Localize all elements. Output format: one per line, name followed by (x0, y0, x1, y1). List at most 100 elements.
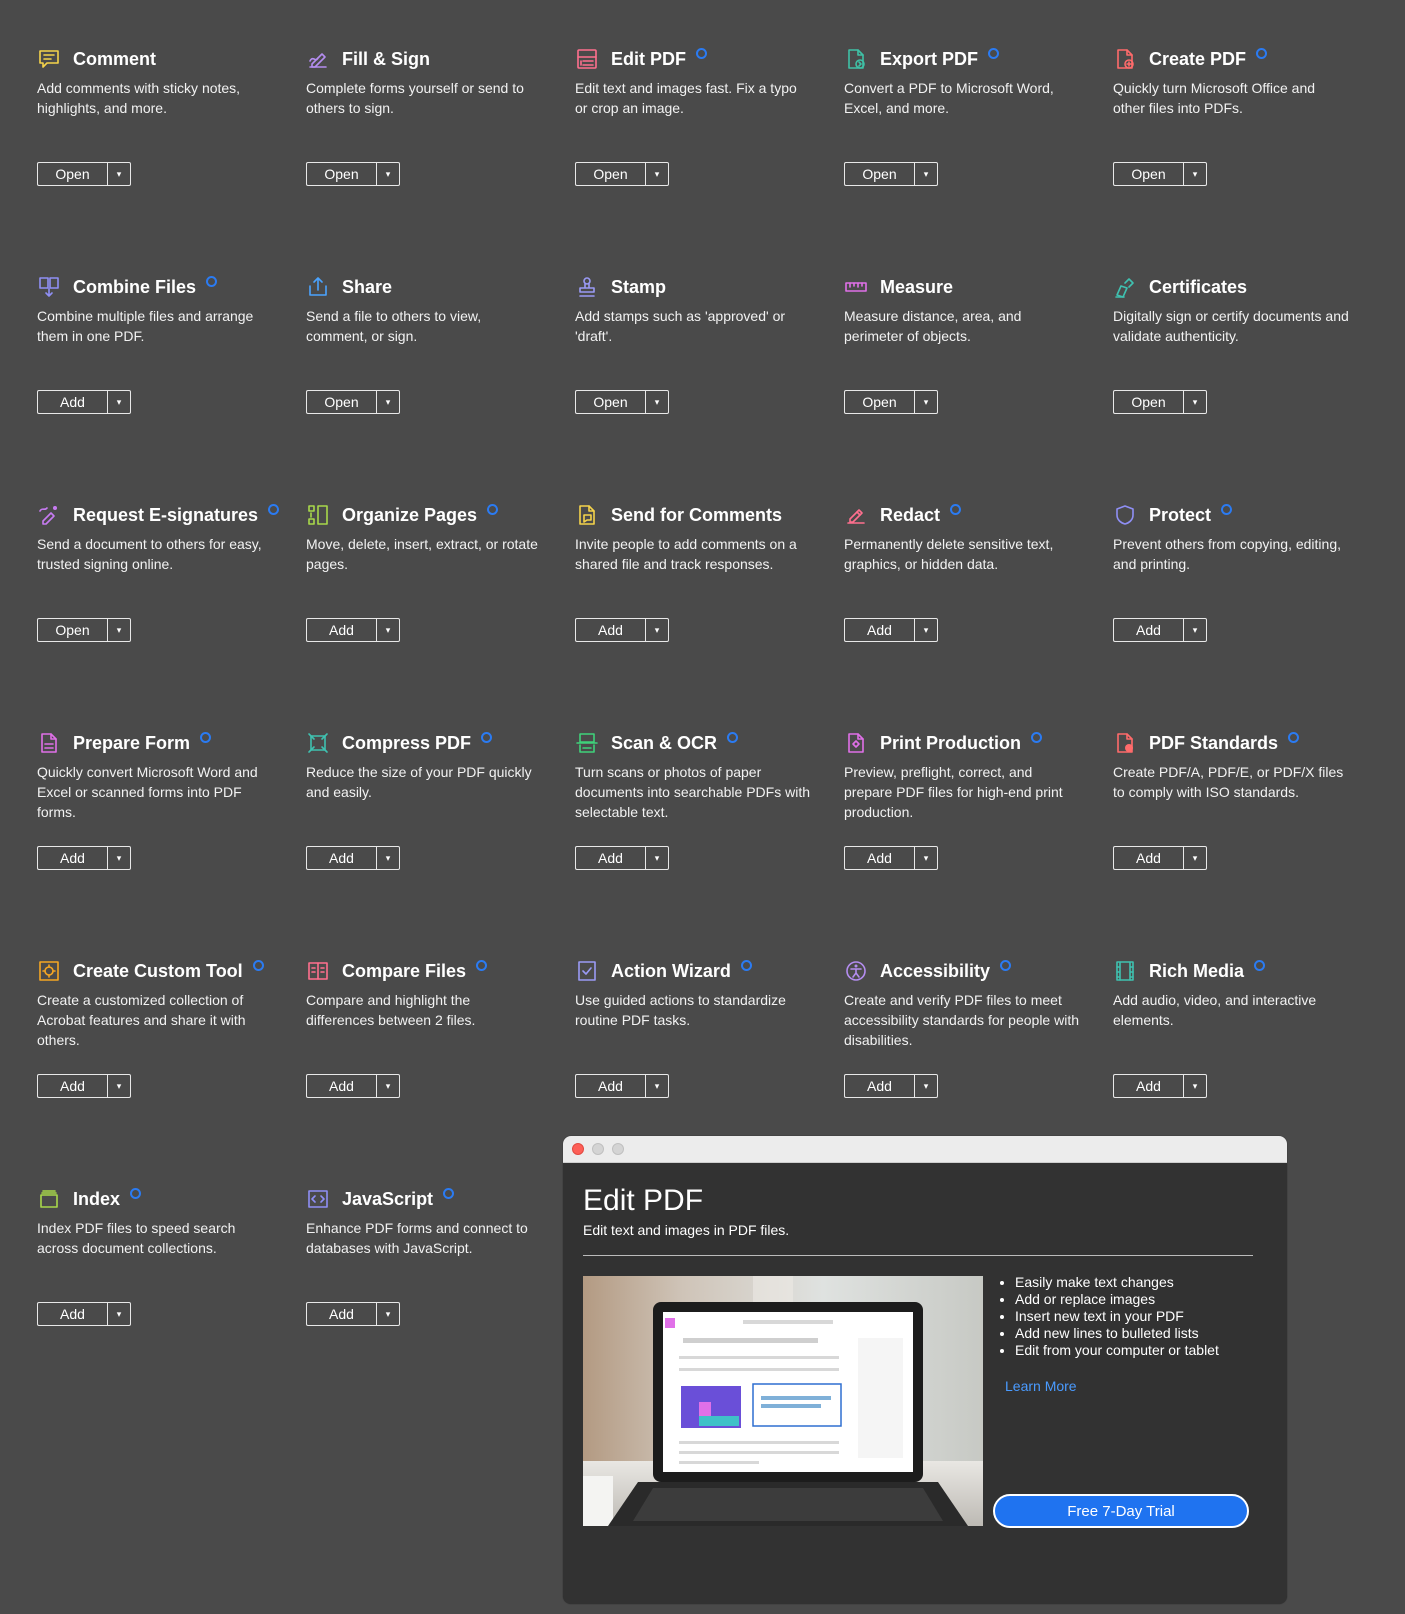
tool-header[interactable]: Organize Pages (306, 500, 499, 530)
tool-title[interactable]: Create PDF (1149, 49, 1246, 70)
chevron-down-icon[interactable]: ▾ (645, 1074, 669, 1098)
tool-title[interactable]: Protect (1149, 505, 1211, 526)
tool-header[interactable]: Edit PDF (575, 44, 707, 74)
tool-title[interactable]: Stamp (611, 277, 666, 298)
tool-title[interactable]: Scan & OCR (611, 733, 717, 754)
tool-edit-pdf-open-button[interactable]: Open (575, 162, 645, 186)
tool-title[interactable]: Redact (880, 505, 940, 526)
tool-title[interactable]: Index (73, 1189, 120, 1210)
chevron-down-icon[interactable]: ▾ (1183, 618, 1207, 642)
chevron-down-icon[interactable]: ▾ (107, 618, 131, 642)
tool-compress-pdf-add-button[interactable]: Add (306, 846, 376, 870)
tool-pdf-standards-add-button[interactable]: Add (1113, 846, 1183, 870)
tool-header[interactable]: Accessibility (844, 956, 1012, 986)
tool-header[interactable]: Fill & Sign (306, 44, 430, 74)
tool-share-open-button[interactable]: Open (306, 390, 376, 414)
tool-header[interactable]: Comment (37, 44, 156, 74)
chevron-down-icon[interactable]: ▾ (914, 618, 938, 642)
close-window-button[interactable] (572, 1143, 584, 1155)
tool-title[interactable]: Request E-signatures (73, 505, 258, 526)
tool-title[interactable]: Comment (73, 49, 156, 70)
tool-create-pdf-open-button[interactable]: Open (1113, 162, 1183, 186)
tool-title[interactable]: Compare Files (342, 961, 466, 982)
chevron-down-icon[interactable]: ▾ (376, 1302, 400, 1326)
tool-header[interactable]: Request E-signatures (37, 500, 280, 530)
tool-compare-files-add-button[interactable]: Add (306, 1074, 376, 1098)
tool-title[interactable]: Measure (880, 277, 953, 298)
chevron-down-icon[interactable]: ▾ (914, 1074, 938, 1098)
tool-comment-open-button[interactable]: Open (37, 162, 107, 186)
tool-print-production-add-button[interactable]: Add (844, 846, 914, 870)
tool-title[interactable]: Print Production (880, 733, 1021, 754)
tool-scan-ocr-add-button[interactable]: Add (575, 846, 645, 870)
tool-header[interactable]: Scan & OCR (575, 728, 739, 758)
tool-header[interactable]: Share (306, 272, 392, 302)
tool-title[interactable]: Combine Files (73, 277, 196, 298)
tool-prepare-form-add-button[interactable]: Add (37, 846, 107, 870)
tool-stamp-open-button[interactable]: Open (575, 390, 645, 414)
tool-header[interactable]: Compress PDF (306, 728, 493, 758)
chevron-down-icon[interactable]: ▾ (914, 390, 938, 414)
tool-title[interactable]: Prepare Form (73, 733, 190, 754)
tool-create-custom-tool-add-button[interactable]: Add (37, 1074, 107, 1098)
tool-header[interactable]: Prepare Form (37, 728, 212, 758)
chevron-down-icon[interactable]: ▾ (645, 162, 669, 186)
chevron-down-icon[interactable]: ▾ (914, 846, 938, 870)
tool-header[interactable]: Certificates (1113, 272, 1247, 302)
chevron-down-icon[interactable]: ▾ (107, 1074, 131, 1098)
tool-header[interactable]: Create Custom Tool (37, 956, 264, 986)
tool-title[interactable]: Rich Media (1149, 961, 1244, 982)
chevron-down-icon[interactable]: ▾ (645, 846, 669, 870)
tool-organize-pages-add-button[interactable]: Add (306, 618, 376, 642)
chevron-down-icon[interactable]: ▾ (107, 846, 131, 870)
tool-title[interactable]: Organize Pages (342, 505, 477, 526)
tool-combine-files-add-button[interactable]: Add (37, 390, 107, 414)
chevron-down-icon[interactable]: ▾ (376, 162, 400, 186)
chevron-down-icon[interactable]: ▾ (1183, 162, 1207, 186)
chevron-down-icon[interactable]: ▾ (1183, 390, 1207, 414)
tool-measure-open-button[interactable]: Open (844, 390, 914, 414)
tool-header[interactable]: PDF Standards (1113, 728, 1300, 758)
tool-header[interactable]: Combine Files (37, 272, 218, 302)
tool-title[interactable]: PDF Standards (1149, 733, 1278, 754)
tool-header[interactable]: Send for Comments (575, 500, 782, 530)
chevron-down-icon[interactable]: ▾ (376, 390, 400, 414)
learn-more-link[interactable]: Learn More (1005, 1378, 1077, 1394)
tool-export-pdf-open-button[interactable]: Open (844, 162, 914, 186)
chevron-down-icon[interactable]: ▾ (376, 1074, 400, 1098)
minimize-window-button[interactable] (592, 1143, 604, 1155)
tool-redact-add-button[interactable]: Add (844, 618, 914, 642)
tool-javascript-add-button[interactable]: Add (306, 1302, 376, 1326)
tool-header[interactable]: Redact (844, 500, 962, 530)
chevron-down-icon[interactable]: ▾ (376, 846, 400, 870)
tool-title[interactable]: Compress PDF (342, 733, 471, 754)
free-trial-button[interactable]: Free 7-Day Trial (993, 1494, 1249, 1528)
tool-accessibility-add-button[interactable]: Add (844, 1074, 914, 1098)
chevron-down-icon[interactable]: ▾ (107, 1302, 131, 1326)
tool-title[interactable]: Share (342, 277, 392, 298)
tool-header[interactable]: JavaScript (306, 1184, 455, 1214)
chevron-down-icon[interactable]: ▾ (914, 162, 938, 186)
tool-request-esignatures-open-button[interactable]: Open (37, 618, 107, 642)
tool-title[interactable]: Send for Comments (611, 505, 782, 526)
tool-header[interactable]: Action Wizard (575, 956, 752, 986)
tool-header[interactable]: Create PDF (1113, 44, 1268, 74)
tool-header[interactable]: Rich Media (1113, 956, 1266, 986)
tool-header[interactable]: Stamp (575, 272, 666, 302)
chevron-down-icon[interactable]: ▾ (376, 618, 400, 642)
tool-title[interactable]: Create Custom Tool (73, 961, 243, 982)
tool-title[interactable]: Certificates (1149, 277, 1247, 298)
tool-header[interactable]: Export PDF (844, 44, 1000, 74)
tool-title[interactable]: Export PDF (880, 49, 978, 70)
tool-certificates-open-button[interactable]: Open (1113, 390, 1183, 414)
chevron-down-icon[interactable]: ▾ (1183, 1074, 1207, 1098)
tool-index-add-button[interactable]: Add (37, 1302, 107, 1326)
tool-header[interactable]: Measure (844, 272, 953, 302)
tool-action-wizard-add-button[interactable]: Add (575, 1074, 645, 1098)
tool-fill-sign-open-button[interactable]: Open (306, 162, 376, 186)
tool-header[interactable]: Protect (1113, 500, 1233, 530)
chevron-down-icon[interactable]: ▾ (107, 162, 131, 186)
tool-header[interactable]: Index (37, 1184, 142, 1214)
chevron-down-icon[interactable]: ▾ (645, 618, 669, 642)
tool-header[interactable]: Print Production (844, 728, 1042, 758)
